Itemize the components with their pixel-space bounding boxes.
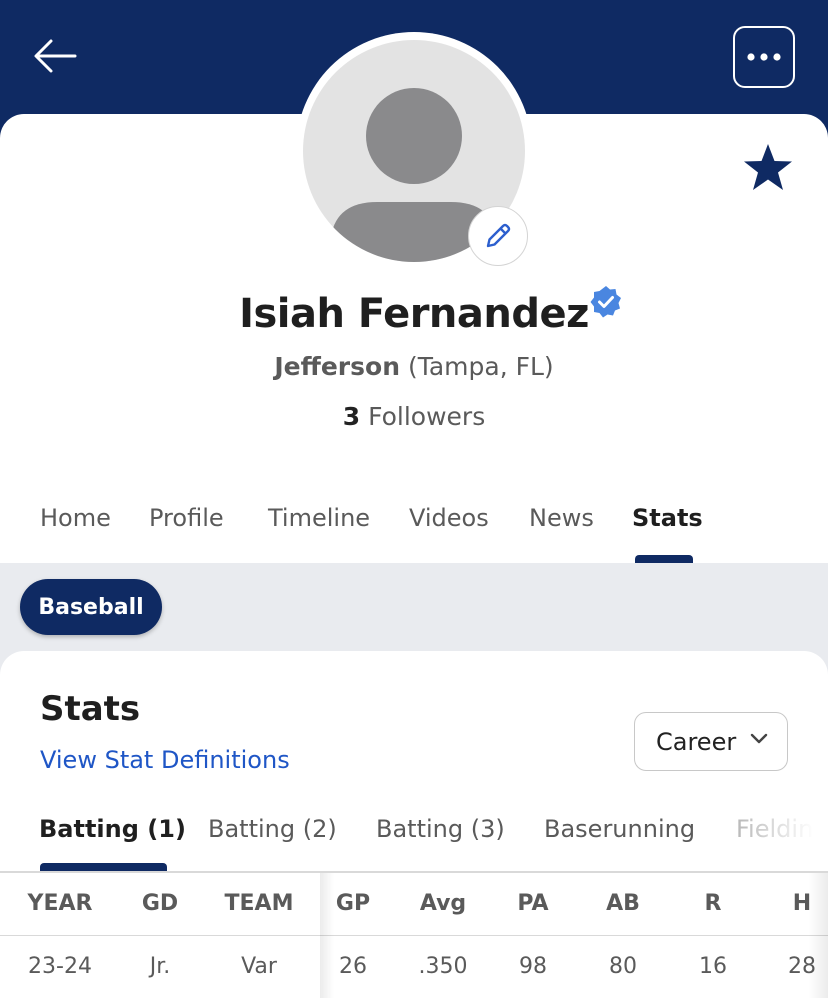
table-row-divider <box>0 935 828 936</box>
tab-news[interactable]: News <box>529 504 594 532</box>
subtab-batting-2[interactable]: Batting (2) <box>208 815 337 843</box>
back-button[interactable] <box>30 34 80 78</box>
tab-timeline[interactable]: Timeline <box>268 504 370 532</box>
column-header-pa: PA <box>517 891 549 916</box>
profile-tabs: Home Profile Timeline Videos News Stats <box>0 490 828 563</box>
view-stat-definitions-link[interactable]: View Stat Definitions <box>40 746 290 774</box>
table-cell-gd: Jr. <box>149 954 171 979</box>
table-cell-ab: 80 <box>609 954 637 979</box>
profile-name-row: Isiah Fernandez <box>0 286 828 342</box>
star-icon <box>744 144 792 190</box>
school-location: (Tampa, FL) <box>407 352 554 381</box>
table-cell-r: 16 <box>699 954 727 979</box>
pencil-icon <box>486 223 511 248</box>
subtab-batting-1[interactable]: Batting (1) <box>39 815 186 843</box>
more-horizontal-icon <box>747 53 781 61</box>
stats-title: Stats <box>40 689 141 729</box>
table-cell-pa: 98 <box>519 954 547 979</box>
active-tab-indicator <box>635 555 693 563</box>
arrow-left-icon <box>34 39 77 73</box>
column-header-year: YEAR <box>27 891 93 916</box>
column-header-avg: Avg <box>419 891 467 916</box>
scroll-edge-shadow <box>808 873 828 998</box>
followers-info[interactable]: 3 Followers <box>0 402 828 431</box>
column-header-r: R <box>704 891 722 916</box>
column-header-gd: GD <box>141 891 179 916</box>
profile-name: Isiah Fernandez <box>239 291 589 337</box>
active-subtab-indicator <box>40 863 167 871</box>
subtab-fielding[interactable]: Fielding <box>736 815 828 843</box>
school-name[interactable]: Jefferson <box>274 352 400 381</box>
table-cell-team: Var <box>241 954 277 979</box>
tab-videos[interactable]: Videos <box>409 504 489 532</box>
subtab-batting-3[interactable]: Batting (3) <box>376 815 505 843</box>
table-cell-avg: .350 <box>418 954 468 979</box>
chevron-down-icon <box>750 733 768 744</box>
tab-home[interactable]: Home <box>40 504 111 532</box>
tab-stats[interactable]: Stats <box>632 504 703 532</box>
frozen-column-shadow <box>320 873 334 998</box>
more-options-button[interactable] <box>733 26 795 88</box>
column-header-ab: AB <box>606 891 640 916</box>
stats-card: Stats View Stat Definitions Career Batti… <box>0 651 828 998</box>
stat-category-tabs: Batting (1) Batting (2) Batting (3) Base… <box>0 811 828 871</box>
school-info: Jefferson (Tampa, FL) <box>0 352 828 381</box>
verified-badge-icon <box>590 286 621 318</box>
stats-table[interactable]: YEAR GD TEAM GP Avg PA AB R H 23-24 Jr. … <box>0 871 828 998</box>
table-cell-gp: 26 <box>339 954 367 979</box>
favorite-button[interactable] <box>740 140 796 196</box>
column-header-gp: GP <box>335 891 371 916</box>
sport-filter-chip[interactable]: Baseball <box>20 579 162 635</box>
edit-avatar-button[interactable] <box>468 206 528 266</box>
tab-profile[interactable]: Profile <box>149 504 224 532</box>
column-header-team: TEAM <box>224 891 294 916</box>
followers-label: Followers <box>368 402 486 431</box>
period-select[interactable]: Career <box>634 712 788 771</box>
period-select-value: Career <box>656 727 737 756</box>
subtab-baserunning[interactable]: Baserunning <box>544 815 695 843</box>
table-cell-year: 23-24 <box>28 954 92 979</box>
followers-count: 3 <box>342 402 361 431</box>
